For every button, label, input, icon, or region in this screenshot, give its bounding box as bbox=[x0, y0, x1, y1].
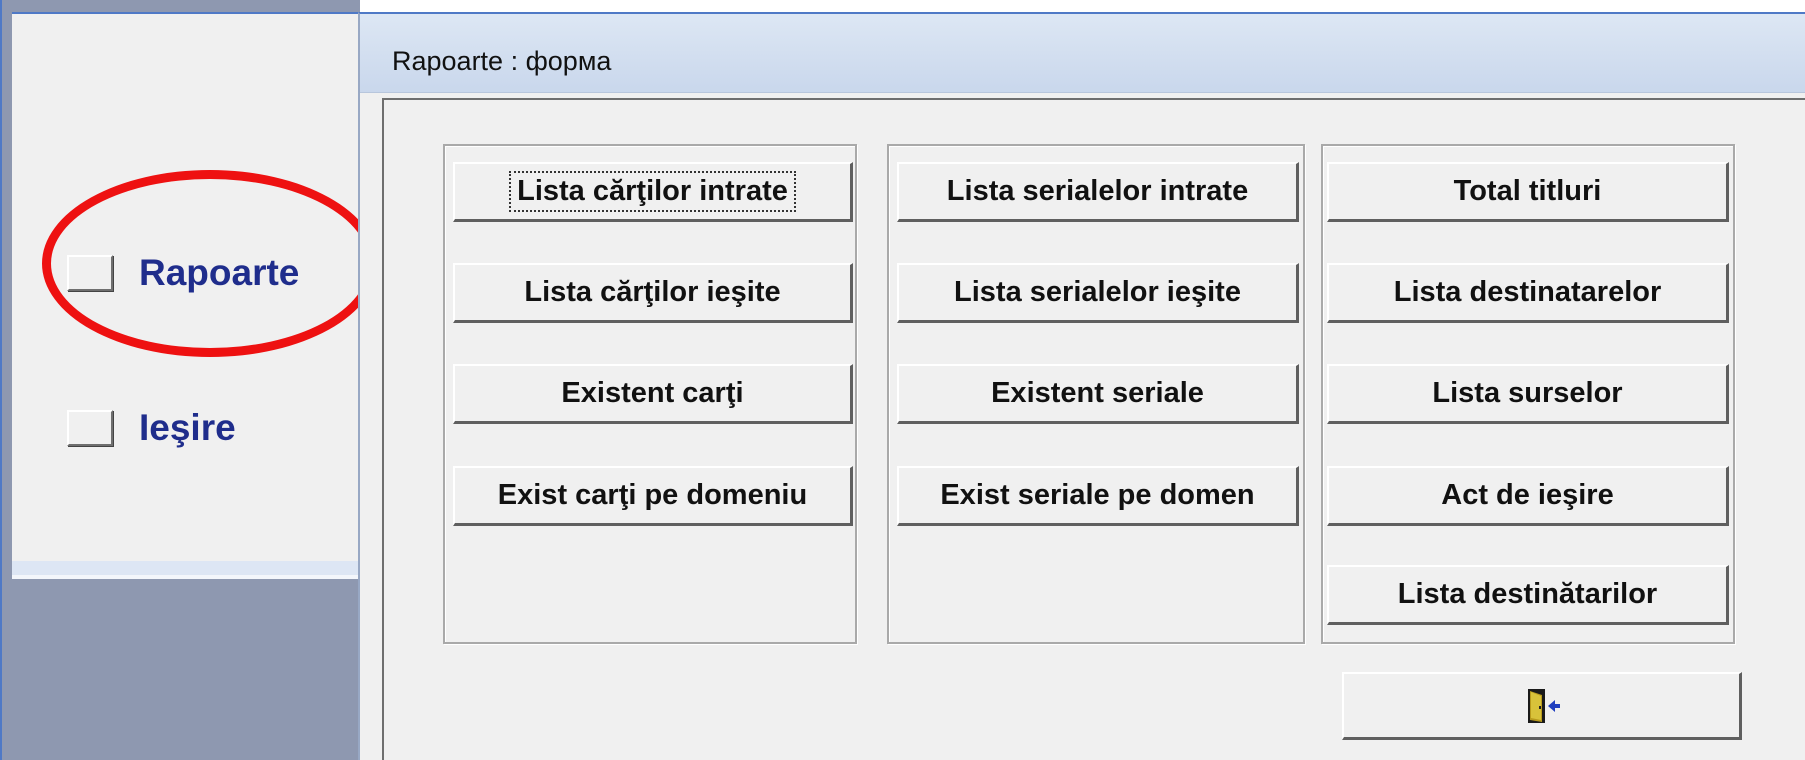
books-group: Lista cărţilor intrate Lista cărţilor ie… bbox=[443, 144, 857, 644]
existent-seriale-button[interactable]: Existent seriale bbox=[897, 364, 1299, 424]
switchboard-content: Rapoarte Ieşire bbox=[12, 12, 358, 561]
serials-group: Lista serialelor intrate Lista serialelo… bbox=[887, 144, 1305, 644]
rapoarte-button[interactable] bbox=[67, 255, 113, 291]
summary-group: Total titluri Lista destinatarelor Lista… bbox=[1321, 144, 1735, 644]
switchboard-footer bbox=[12, 561, 358, 575]
switchboard-item-rapoarte[interactable]: Rapoarte bbox=[67, 252, 299, 294]
focus-rectangle: Lista cărţilor intrate bbox=[509, 171, 796, 212]
rapoarte-label: Rapoarte bbox=[139, 252, 300, 293]
act-de-iesire-button[interactable]: Act de ieşire bbox=[1327, 466, 1729, 526]
iesire-label: Ieşire bbox=[139, 407, 236, 448]
exit-door-icon bbox=[1527, 688, 1560, 723]
lista-surselor-button[interactable]: Lista surselor bbox=[1327, 364, 1729, 424]
title-bar[interactable]: Rapoarte : форма bbox=[360, 14, 1805, 93]
switchboard-footer-edge bbox=[12, 575, 358, 579]
existent-carti-button[interactable]: Existent carţi bbox=[453, 364, 853, 424]
iesire-button[interactable] bbox=[67, 410, 113, 446]
lista-destinatarilor-button[interactable]: Lista destinătarilor bbox=[1327, 565, 1729, 625]
lista-serialelor-iesite-button[interactable]: Lista serialelor ieşite bbox=[897, 263, 1299, 323]
switchboard-item-iesire[interactable]: Ieşire bbox=[67, 407, 236, 449]
total-titluri-button[interactable]: Total titluri bbox=[1327, 162, 1729, 222]
lista-serialelor-intrate-button[interactable]: Lista serialelor intrate bbox=[897, 162, 1299, 222]
lista-cartilor-iesite-button[interactable]: Lista cărţilor ieşite bbox=[453, 263, 853, 323]
rapoarte-form-window: Rapoarte : форма Lista cărţilor intrate … bbox=[358, 12, 1805, 760]
lista-cartilor-intrate-button[interactable]: Lista cărţilor intrate bbox=[453, 162, 853, 222]
lista-destinatarelor-button[interactable]: Lista destinatarelor bbox=[1327, 263, 1729, 323]
window-title: Rapoarte : форма bbox=[392, 46, 612, 76]
exist-seriale-pe-domen-button[interactable]: Exist seriale pe domen bbox=[897, 466, 1299, 526]
form-body: Lista cărţilor intrate Lista cărţilor ie… bbox=[382, 98, 1805, 760]
exist-carti-pe-domeniu-button[interactable]: Exist carţi pe domeniu bbox=[453, 466, 853, 526]
close-form-button[interactable] bbox=[1342, 672, 1742, 740]
